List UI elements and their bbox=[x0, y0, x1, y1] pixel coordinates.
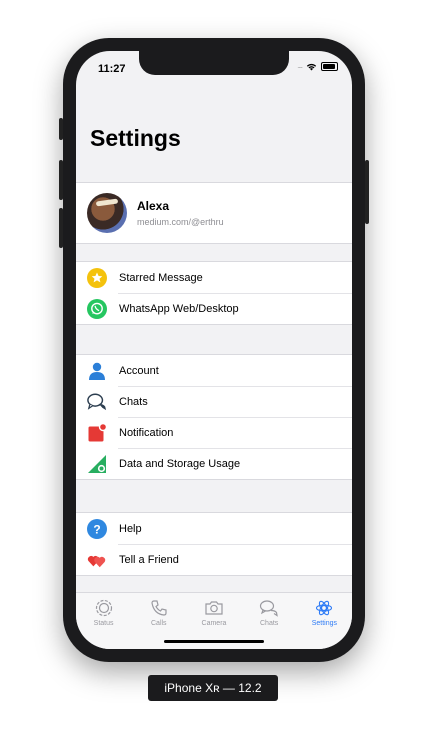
star-icon bbox=[87, 267, 107, 288]
tab-status-label: Status bbox=[93, 620, 114, 627]
notch bbox=[139, 51, 289, 75]
profile-section: Alexa medium.com/@erthru bbox=[76, 182, 352, 244]
whatsapp-web-row[interactable]: WhatsApp Web/Desktop bbox=[76, 293, 352, 324]
device-label: iPhone Xʀ — 12.2 bbox=[148, 675, 278, 701]
tab-calls[interactable]: Calls bbox=[132, 599, 186, 627]
camera-icon bbox=[204, 599, 224, 617]
mute-switch bbox=[59, 118, 63, 140]
help-label: Help bbox=[119, 522, 142, 535]
whatsapp-icon bbox=[87, 298, 107, 319]
signal-dots: ..... bbox=[297, 63, 303, 70]
whatsapp-web-label: WhatsApp Web/Desktop bbox=[119, 302, 239, 315]
tab-chats-label: Chats bbox=[260, 620, 279, 627]
starred-message-row[interactable]: Starred Message bbox=[76, 262, 352, 293]
profile-name: Alexa bbox=[137, 199, 170, 213]
tab-chats[interactable]: Chats bbox=[242, 599, 296, 627]
favorites-section: Starred Message WhatsApp Web/Desktop bbox=[76, 261, 352, 325]
status-indicators: ..... bbox=[297, 62, 338, 71]
data-storage-icon bbox=[87, 454, 107, 474]
tab-settings[interactable]: Settings bbox=[297, 599, 351, 627]
chats-row[interactable]: Chats bbox=[76, 386, 352, 417]
status-icon bbox=[95, 599, 113, 617]
help-row[interactable]: ? Help bbox=[76, 513, 352, 544]
power-button bbox=[365, 160, 369, 224]
wifi-icon bbox=[306, 63, 317, 71]
user-icon bbox=[87, 361, 107, 381]
tell-friend-row[interactable]: Tell a Friend bbox=[76, 544, 352, 575]
volume-up-button bbox=[59, 160, 63, 200]
home-indicator bbox=[164, 640, 264, 643]
chats-label: Chats bbox=[119, 395, 148, 408]
chat-bubbles-icon bbox=[87, 392, 107, 412]
settings-section: Account Chats Notification Data and Stor… bbox=[76, 354, 352, 480]
battery-icon bbox=[321, 62, 338, 71]
account-row[interactable]: Account bbox=[76, 355, 352, 386]
tab-camera-label: Camera bbox=[201, 620, 227, 627]
avatar bbox=[87, 193, 127, 233]
tab-bar: Status Calls Camera Chats Settings bbox=[76, 592, 352, 649]
support-section: ? Help Tell a Friend bbox=[76, 512, 352, 576]
help-icon: ? bbox=[87, 518, 107, 539]
iphone-frame: 11:27 ..... Settings Alexa medium.com/@e… bbox=[59, 38, 369, 662]
gear-icon bbox=[315, 599, 333, 617]
tell-friend-label: Tell a Friend bbox=[119, 553, 179, 566]
page-title: Settings bbox=[90, 125, 181, 151]
starred-message-label: Starred Message bbox=[119, 271, 203, 284]
profile-row[interactable]: Alexa medium.com/@erthru bbox=[76, 183, 352, 243]
data-storage-row[interactable]: Data and Storage Usage bbox=[76, 448, 352, 479]
volume-down-button bbox=[59, 208, 63, 248]
tab-camera[interactable]: Camera bbox=[187, 599, 241, 627]
screen: 11:27 ..... Settings Alexa medium.com/@e… bbox=[76, 51, 352, 649]
tab-calls-label: Calls bbox=[151, 620, 167, 627]
phone-icon bbox=[150, 599, 168, 617]
notification-row[interactable]: Notification bbox=[76, 417, 352, 448]
chats-icon bbox=[259, 599, 279, 617]
svg-text:?: ? bbox=[93, 522, 100, 536]
account-label: Account bbox=[119, 364, 159, 377]
profile-subtitle: medium.com/@erthru bbox=[137, 217, 224, 227]
tab-status[interactable]: Status bbox=[77, 599, 131, 627]
data-storage-label: Data and Storage Usage bbox=[119, 457, 241, 470]
status-time: 11:27 bbox=[98, 63, 126, 75]
notification-label: Notification bbox=[119, 426, 174, 439]
tab-settings-label: Settings bbox=[311, 620, 337, 627]
notification-icon bbox=[87, 422, 107, 443]
hearts-icon bbox=[87, 550, 107, 570]
